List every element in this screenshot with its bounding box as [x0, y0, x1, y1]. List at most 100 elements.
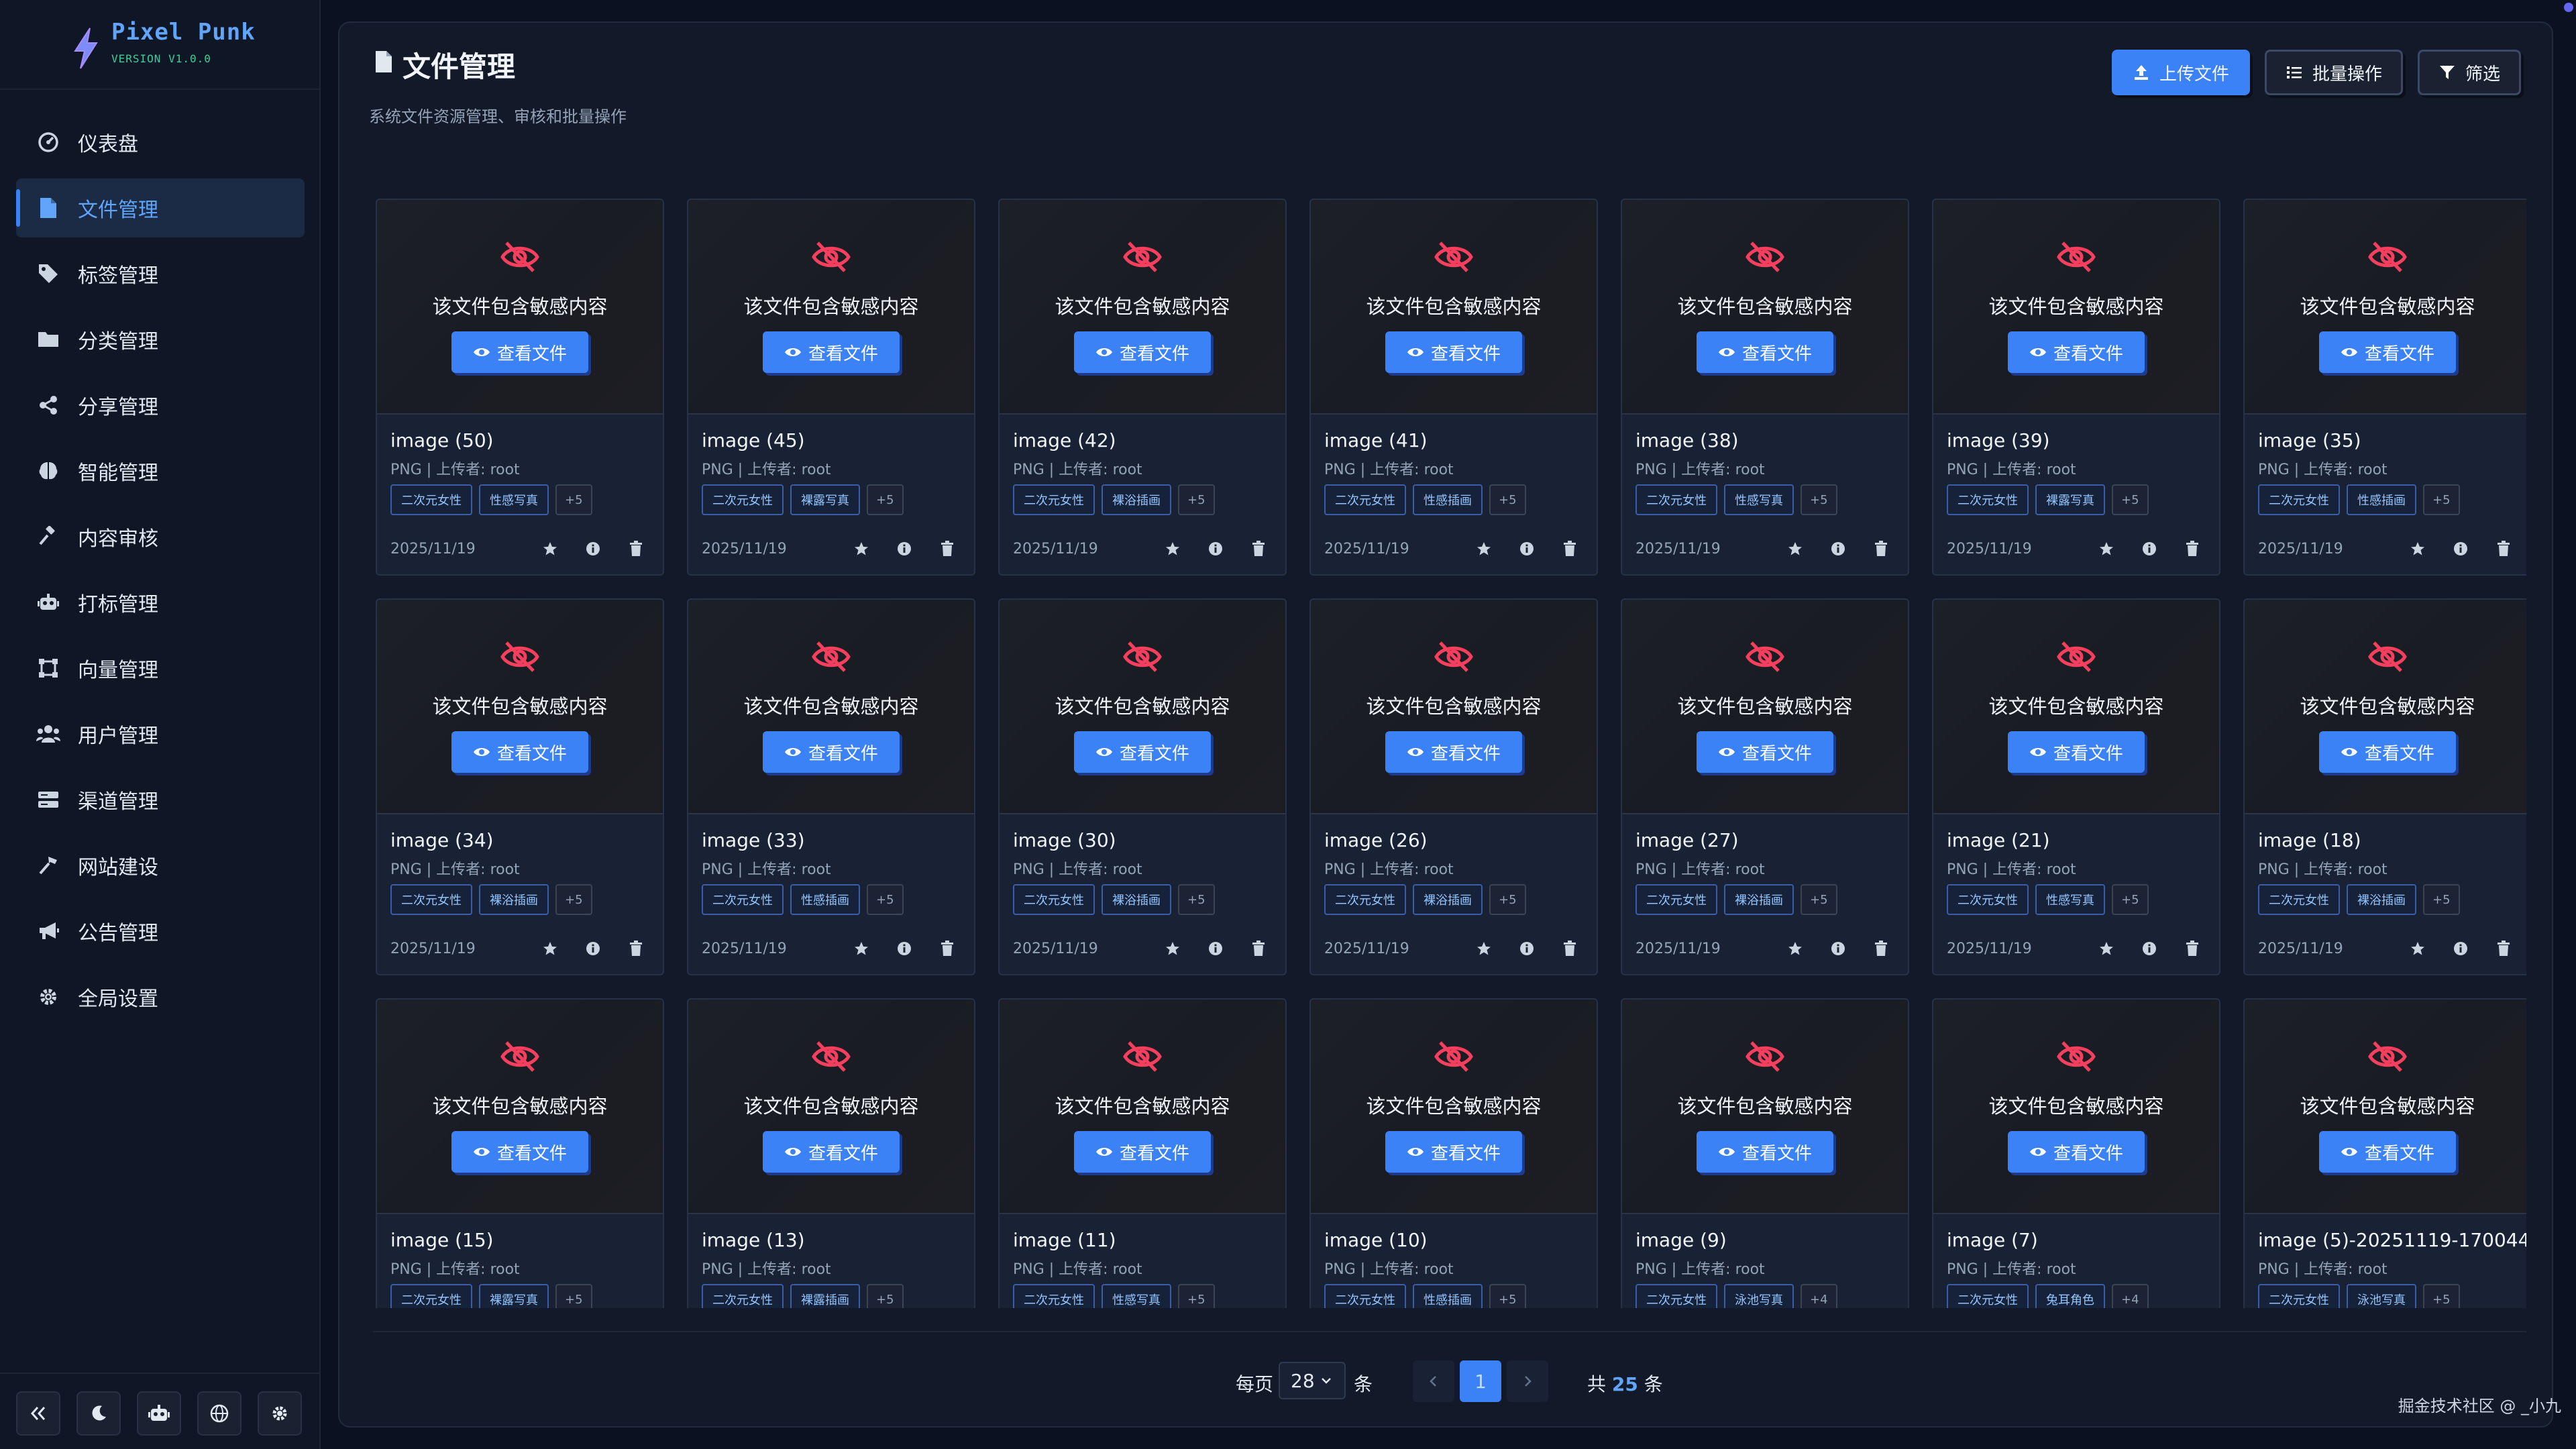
- file-thumbnail[interactable]: 该文件包含敏感内容 查看文件: [1933, 1000, 2219, 1214]
- view-file-button[interactable]: 查看文件: [1385, 1131, 1522, 1173]
- view-file-button[interactable]: 查看文件: [1385, 731, 1522, 773]
- tag-badge[interactable]: 性感写真: [479, 484, 549, 515]
- file-thumbnail[interactable]: 该文件包含敏感内容 查看文件: [688, 1000, 974, 1214]
- delete-button[interactable]: [623, 935, 649, 962]
- tag-badge[interactable]: 二次元女性: [2258, 884, 2340, 915]
- file-card[interactable]: 该文件包含敏感内容 查看文件 image (35) PNG | 上传者: root 二次…: [2243, 199, 2526, 576]
- favorite-button[interactable]: [1470, 535, 1497, 562]
- file-thumbnail[interactable]: 该文件包含敏感内容 查看文件: [1311, 600, 1597, 814]
- delete-button[interactable]: [1868, 535, 1894, 562]
- more-tags-badge[interactable]: +5: [2423, 484, 2460, 515]
- file-thumbnail[interactable]: 该文件包含敏感内容 查看文件: [1311, 1000, 1597, 1214]
- view-file-button[interactable]: 查看文件: [2008, 731, 2145, 773]
- favorite-button[interactable]: [1159, 935, 1186, 962]
- favorite-button[interactable]: [2404, 935, 2431, 962]
- info-button[interactable]: [1513, 535, 1540, 562]
- view-file-button[interactable]: 查看文件: [763, 1131, 900, 1173]
- sidebar-item-megaphone[interactable]: 公告管理: [16, 902, 305, 961]
- tag-badge[interactable]: 二次元女性: [702, 884, 784, 915]
- more-tags-badge[interactable]: +5: [555, 884, 592, 915]
- tag-badge[interactable]: 二次元女性: [1635, 484, 1717, 515]
- file-card[interactable]: 该文件包含敏感内容 查看文件 image (18) PNG | 上传者: root 二次…: [2243, 598, 2526, 975]
- more-tags-badge[interactable]: +5: [867, 484, 904, 515]
- tag-badge[interactable]: 性感插画: [2347, 484, 2416, 515]
- sidebar-item-hammer[interactable]: 网站建设: [16, 836, 305, 895]
- tag-badge[interactable]: 裸露写真: [790, 484, 860, 515]
- tag-badge[interactable]: 裸露插画: [790, 1284, 860, 1308]
- more-tags-badge[interactable]: +5: [2112, 484, 2149, 515]
- more-tags-badge[interactable]: +4: [2112, 1284, 2149, 1308]
- tag-badge[interactable]: 裸浴插画: [1413, 884, 1483, 915]
- info-button[interactable]: [2136, 935, 2163, 962]
- tag-badge[interactable]: 性感写真: [1102, 1284, 1171, 1308]
- sidebar-item-tag[interactable]: 标签管理: [16, 244, 305, 303]
- file-card[interactable]: 该文件包含敏感内容 查看文件 image (38) PNG | 上传者: root 二次…: [1621, 199, 1909, 576]
- info-button[interactable]: [580, 535, 606, 562]
- more-tags-badge[interactable]: +5: [555, 484, 592, 515]
- file-card[interactable]: 该文件包含敏感内容 查看文件 image (34) PNG | 上传者: root 二次…: [376, 598, 664, 975]
- tag-badge[interactable]: 性感插画: [790, 884, 860, 915]
- view-file-button[interactable]: 查看文件: [451, 1131, 588, 1173]
- favorite-button[interactable]: [2093, 535, 2120, 562]
- more-tags-badge[interactable]: +4: [1801, 1284, 1837, 1308]
- info-button[interactable]: [2136, 535, 2163, 562]
- favorite-button[interactable]: [848, 535, 875, 562]
- tag-badge[interactable]: 裸浴插画: [1724, 884, 1794, 915]
- file-card[interactable]: 该文件包含敏感内容 查看文件 image (27) PNG | 上传者: root 二次…: [1621, 598, 1909, 975]
- view-file-button[interactable]: 查看文件: [1697, 331, 1833, 373]
- more-tags-badge[interactable]: +5: [2112, 884, 2149, 915]
- more-tags-badge[interactable]: +5: [867, 1284, 904, 1308]
- info-button[interactable]: [1825, 935, 1851, 962]
- file-card[interactable]: 该文件包含敏感内容 查看文件 image (26) PNG | 上传者: root 二次…: [1309, 598, 1598, 975]
- favorite-button[interactable]: [537, 935, 564, 962]
- info-button[interactable]: [2447, 935, 2474, 962]
- view-file-button[interactable]: 查看文件: [1385, 331, 1522, 373]
- favorite-button[interactable]: [2404, 535, 2431, 562]
- tag-badge[interactable]: 二次元女性: [1013, 884, 1095, 915]
- view-file-button[interactable]: 查看文件: [2319, 731, 2456, 773]
- favorite-button[interactable]: [1159, 535, 1186, 562]
- tag-badge[interactable]: 性感写真: [1724, 484, 1794, 515]
- collapse-sidebar-button[interactable]: [16, 1391, 60, 1436]
- file-thumbnail[interactable]: 该文件包含敏感内容 查看文件: [377, 600, 663, 814]
- file-thumbnail[interactable]: 该文件包含敏感内容 查看文件: [2245, 600, 2526, 814]
- sidebar-item-users[interactable]: 用户管理: [16, 704, 305, 763]
- info-button[interactable]: [1202, 935, 1229, 962]
- tag-badge[interactable]: 二次元女性: [390, 1284, 472, 1308]
- file-card[interactable]: 该文件包含敏感内容 查看文件 image (39) PNG | 上传者: root 二次…: [1932, 199, 2220, 576]
- info-button[interactable]: [1825, 535, 1851, 562]
- file-card[interactable]: 该文件包含敏感内容 查看文件 image (42) PNG | 上传者: root 二次…: [998, 199, 1287, 576]
- info-button[interactable]: [2447, 535, 2474, 562]
- file-card[interactable]: 该文件包含敏感内容 查看文件 image (15) PNG | 上传者: root 二次…: [376, 998, 664, 1308]
- tag-badge[interactable]: 性感写真: [2035, 884, 2105, 915]
- view-file-button[interactable]: 查看文件: [763, 331, 900, 373]
- file-card[interactable]: 该文件包含敏感内容 查看文件 image (21) PNG | 上传者: root 二次…: [1932, 598, 2220, 975]
- view-file-button[interactable]: 查看文件: [1074, 331, 1211, 373]
- delete-button[interactable]: [1245, 535, 1272, 562]
- file-thumbnail[interactable]: 该文件包含敏感内容 查看文件: [1000, 600, 1285, 814]
- assistant-button[interactable]: [137, 1391, 181, 1436]
- delete-button[interactable]: [1245, 935, 1272, 962]
- delete-button[interactable]: [1556, 935, 1583, 962]
- more-tags-badge[interactable]: +5: [1801, 884, 1837, 915]
- more-tags-badge[interactable]: +5: [2423, 1284, 2460, 1308]
- settings-button[interactable]: [258, 1391, 302, 1436]
- view-file-button[interactable]: 查看文件: [451, 331, 588, 373]
- info-button[interactable]: [1513, 935, 1540, 962]
- file-thumbnail[interactable]: 该文件包含敏感内容 查看文件: [1933, 600, 2219, 814]
- tag-badge[interactable]: 裸浴插画: [1102, 884, 1171, 915]
- file-thumbnail[interactable]: 该文件包含敏感内容 查看文件: [1622, 200, 1908, 415]
- sidebar-item-server[interactable]: 渠道管理: [16, 770, 305, 829]
- tag-badge[interactable]: 二次元女性: [1947, 1284, 2029, 1308]
- delete-button[interactable]: [2179, 935, 2206, 962]
- file-thumbnail[interactable]: 该文件包含敏感内容 查看文件: [377, 200, 663, 415]
- sidebar-item-share[interactable]: 分享管理: [16, 376, 305, 435]
- tag-badge[interactable]: 二次元女性: [1324, 1284, 1406, 1308]
- sidebar-item-vector[interactable]: 向量管理: [16, 639, 305, 698]
- view-file-button[interactable]: 查看文件: [1074, 731, 1211, 773]
- delete-button[interactable]: [1868, 935, 1894, 962]
- favorite-button[interactable]: [1782, 935, 1809, 962]
- file-card[interactable]: 该文件包含敏感内容 查看文件 image (5)-20251119-170044 PN…: [2243, 998, 2526, 1308]
- view-file-button[interactable]: 查看文件: [2008, 331, 2145, 373]
- tag-badge[interactable]: 二次元女性: [390, 484, 472, 515]
